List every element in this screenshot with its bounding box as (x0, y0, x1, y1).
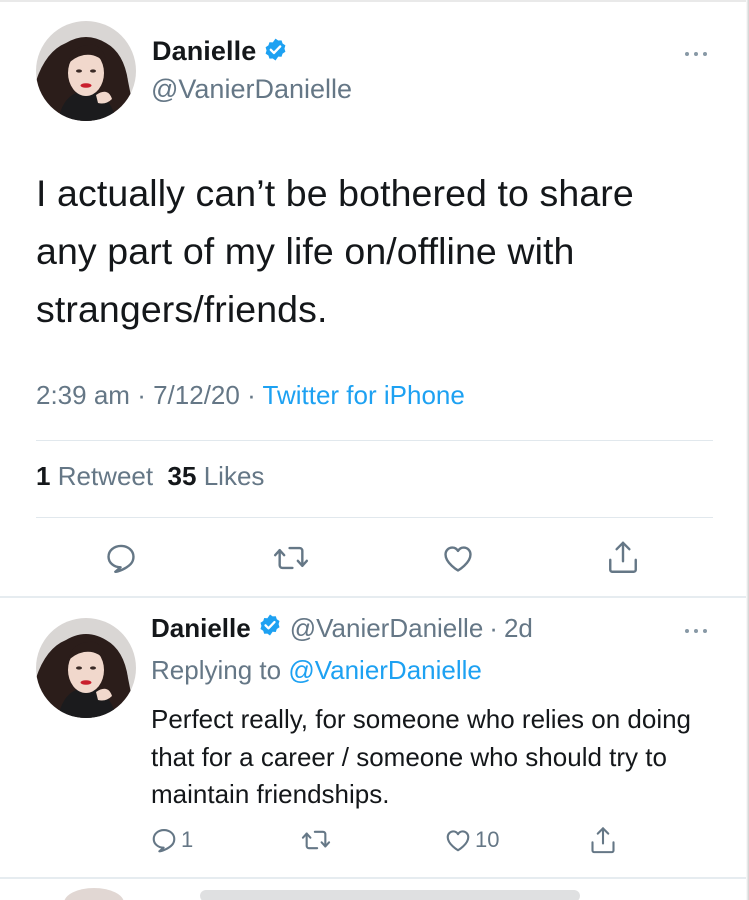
reply-age: 2d (503, 613, 533, 643)
replying-to-mention[interactable]: @VanierDanielle (288, 655, 482, 685)
share-icon (591, 827, 615, 854)
like-count: 35 (167, 461, 197, 491)
reply-share-button[interactable] (589, 824, 617, 856)
reply-like-button[interactable]: 10 (444, 826, 499, 854)
retweets-stat[interactable]: 1 Retweet (36, 461, 153, 491)
tweet-source-link[interactable]: Twitter for iPhone (263, 380, 465, 410)
reply-button[interactable] (104, 541, 138, 575)
tweet-date[interactable]: 7/12/20 (153, 380, 240, 410)
reply-like-count: 10 (475, 827, 500, 852)
avatar-image-icon (36, 618, 136, 718)
share-icon (609, 541, 637, 573)
main-tweet-avatar[interactable] (36, 21, 136, 121)
reply-separator: · (489, 613, 498, 643)
reply-handle: @VanierDanielle (289, 613, 484, 643)
retweet-icon (301, 830, 331, 850)
reply-count: 1 (181, 827, 194, 852)
like-icon (444, 546, 472, 572)
like-icon (446, 830, 470, 852)
replying-to-row: Replying to @VanierDanielle (151, 655, 482, 686)
reply-reply-button[interactable]: 1 (150, 826, 193, 854)
top-divider (0, 0, 749, 2)
like-button[interactable] (441, 541, 475, 575)
tweet-time[interactable]: 2:39 am (36, 380, 130, 410)
verified-badge-icon (258, 613, 282, 644)
next-tweet-avatar-peek (64, 888, 124, 900)
divider (36, 440, 713, 441)
meta-separator: · (137, 380, 146, 410)
share-button[interactable] (606, 538, 640, 576)
next-tweet-header-peek (200, 890, 580, 900)
reply-icon (152, 829, 176, 853)
section-divider (0, 877, 749, 879)
divider (36, 517, 713, 518)
like-label: Likes (203, 461, 265, 491)
main-tweet-author[interactable]: Danielle (152, 36, 288, 67)
tweet-stats: 1 Retweet 35 Likes (36, 461, 264, 492)
author-handle[interactable]: @VanierDanielle (151, 74, 352, 105)
reply-icon (107, 544, 135, 573)
reply-display-name: Danielle (151, 613, 251, 643)
meta-separator: · (247, 380, 256, 410)
reply-retweet-button[interactable] (300, 826, 335, 854)
reply-tweet-avatar[interactable] (36, 618, 136, 718)
section-divider (0, 596, 749, 598)
tweet-timestamp-row: 2:39 am · 7/12/20 · Twitter for iPhone (36, 380, 465, 411)
retweet-count: 1 (36, 461, 51, 491)
author-display-name: Danielle (152, 36, 257, 66)
reply-text: Perfect really, for someone who relies o… (151, 704, 692, 809)
more-horizontal-icon[interactable] (685, 627, 709, 635)
reply-author-row[interactable]: Danielle @VanierDanielle · 2d (151, 613, 533, 644)
retweet-button[interactable] (272, 541, 310, 575)
tweet-detail-screen: Danielle @VanierDanielle I actually can’… (0, 0, 749, 900)
more-horizontal-icon[interactable] (685, 50, 709, 58)
replying-to-prefix: Replying to (151, 655, 282, 685)
avatar-image-icon (36, 21, 136, 121)
verified-badge-icon (263, 37, 288, 67)
retweet-icon (273, 546, 309, 570)
retweet-label: Retweet (57, 461, 154, 491)
tweet-text: I actually can’t be bothered to share an… (36, 172, 634, 330)
likes-stat[interactable]: 35 Likes (168, 461, 265, 491)
